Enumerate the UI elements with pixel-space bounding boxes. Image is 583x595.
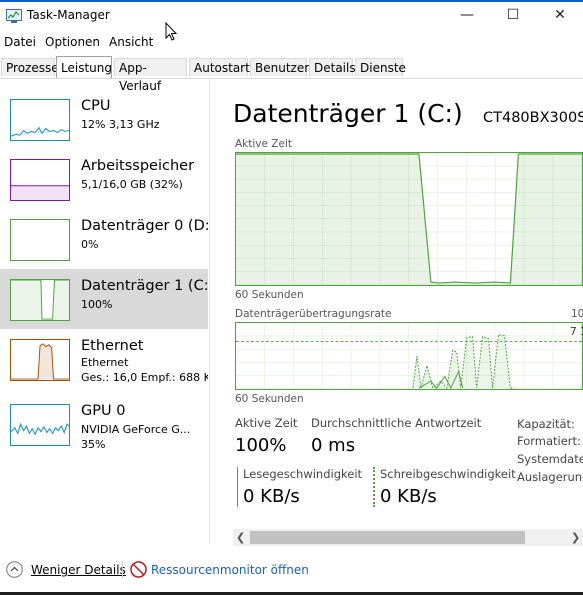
minimize-button[interactable]: — xyxy=(444,0,490,30)
sidebar-item-detail-2: 35% xyxy=(81,438,106,451)
transfer-rate-max: 10 xyxy=(571,308,583,320)
sidebar-item-disk-1[interactable]: Datenträger 1 (C:) 100% xyxy=(0,269,208,329)
response-time-label: Durchschnittliche Antwortzeit xyxy=(311,416,482,430)
write-speed-value: 0 KB/s xyxy=(380,486,437,507)
scroll-right-icon[interactable]: ❯ xyxy=(571,529,580,546)
sidebar-item-title: CPU xyxy=(81,98,111,114)
transfer-rate-graph xyxy=(235,322,583,390)
tab-leistung[interactable]: Leistung xyxy=(56,56,112,78)
sidebar-item-detail: 0% xyxy=(81,238,99,251)
property-system-disk: Systemdaten xyxy=(517,452,583,466)
scrollbar-thumb[interactable] xyxy=(250,531,525,544)
sidebar-item-title: GPU 0 xyxy=(81,403,126,419)
sidebar-item-title: Datenträger 1 (C:) xyxy=(81,278,208,294)
disk0-thumbnail-graph xyxy=(10,219,70,261)
sidebar-item-detail: 12% 3,13 GHz xyxy=(81,118,160,131)
resource-sidebar: CPU 12% 3,13 GHz Arbeitsspeicher 5,1/16,… xyxy=(0,79,210,544)
sidebar-item-detail: 5,1/16,0 GB (32%) xyxy=(81,178,183,191)
chevron-up-circle-icon[interactable] xyxy=(6,561,23,578)
active-time-stat-value: 100% xyxy=(235,435,287,456)
open-resource-monitor-link[interactable]: Ressourcenmonitor öffnen xyxy=(151,563,309,577)
active-time-stat-label: Aktive Zeit xyxy=(235,416,298,430)
tab-details[interactable]: Details xyxy=(309,58,356,76)
graph-active-time-label: Aktive Zeit xyxy=(235,138,292,150)
graph-time-span-2: 60 Sekunden xyxy=(235,393,304,405)
disk1-thumbnail-graph xyxy=(10,279,70,321)
sidebar-item-title: Datenträger 0 (D: C xyxy=(81,218,208,234)
sidebar-item-gpu[interactable]: GPU 0 NVIDIA GeForce G... 35% xyxy=(0,394,208,454)
sidebar-item-title: Arbeitsspeicher xyxy=(81,158,195,174)
gpu-thumbnail-graph xyxy=(10,404,70,446)
menu-datei[interactable]: Datei xyxy=(4,35,36,49)
menu-optionen[interactable]: Optionen xyxy=(45,35,100,49)
sidebar-item-detail: 100% xyxy=(81,298,113,311)
property-formatted: Formatiert: xyxy=(517,434,581,448)
property-page-file: Auslagerung xyxy=(517,470,583,484)
disk-model: CT480BX300S xyxy=(483,110,583,126)
transfer-rate-marker: 7 1 xyxy=(570,326,583,338)
close-button[interactable]: ✕ xyxy=(537,0,583,30)
tab-app-verlauf[interactable]: App-Verlauf xyxy=(114,58,187,93)
menu-ansicht[interactable]: Ansicht xyxy=(109,35,153,49)
response-time-value: 0 ms xyxy=(311,435,356,456)
property-capacity: Kapazität: xyxy=(517,417,575,431)
graph-transfer-rate-label: Datenträgerübertragungsrate xyxy=(235,308,392,320)
fewer-details-button[interactable]: Weniger Details xyxy=(31,563,126,577)
memory-thumbnail-graph xyxy=(10,159,70,201)
sidebar-item-detail: NVIDIA GeForce G... xyxy=(81,423,191,436)
sidebar-item-disk-0[interactable]: Datenträger 0 (D: C 0% xyxy=(0,209,208,269)
maximize-button[interactable]: ☐ xyxy=(490,0,536,30)
resource-monitor-icon xyxy=(130,561,147,578)
cpu-thumbnail-graph xyxy=(10,99,70,141)
sidebar-item-detail-2: Ges.: 16,0 Empf.: 688 KB xyxy=(81,371,208,384)
read-speed-value: 0 KB/s xyxy=(243,486,300,507)
tab-prozesse[interactable]: Prozesse xyxy=(1,58,59,76)
active-time-graph xyxy=(235,152,583,286)
ethernet-thumbnail-graph xyxy=(10,339,70,381)
write-speed-indicator xyxy=(373,467,375,507)
sidebar-item-detail: Ethernet xyxy=(81,356,129,369)
sidebar-item-ethernet[interactable]: Ethernet Ethernet Ges.: 16,0 Empf.: 688 … xyxy=(0,329,208,389)
task-manager-icon xyxy=(6,9,22,23)
tab-autostart[interactable]: Autostart xyxy=(189,58,250,76)
footer-divider xyxy=(122,561,123,578)
tab-dienste[interactable]: Dienste xyxy=(355,58,406,76)
sidebar-item-cpu[interactable]: CPU 12% 3,13 GHz xyxy=(0,89,208,149)
horizontal-scrollbar[interactable]: ❮ ❯ xyxy=(233,529,583,546)
read-speed-indicator xyxy=(237,467,238,507)
write-speed-label: Schreibgeschwindigkeit xyxy=(380,467,516,481)
window-title: Task-Manager xyxy=(27,8,110,22)
sidebar-item-title: Ethernet xyxy=(81,338,144,354)
sidebar-item-memory[interactable]: Arbeitsspeicher 5,1/16,0 GB (32%) xyxy=(0,149,208,209)
tab-benutzer[interactable]: Benutzer xyxy=(250,58,309,76)
graph-time-span: 60 Sekunden xyxy=(235,289,304,301)
read-speed-label: Lesegeschwindigkeit xyxy=(243,467,363,481)
page-title: Datenträger 1 (C:) xyxy=(233,99,463,128)
scroll-left-icon[interactable]: ❮ xyxy=(236,529,245,546)
